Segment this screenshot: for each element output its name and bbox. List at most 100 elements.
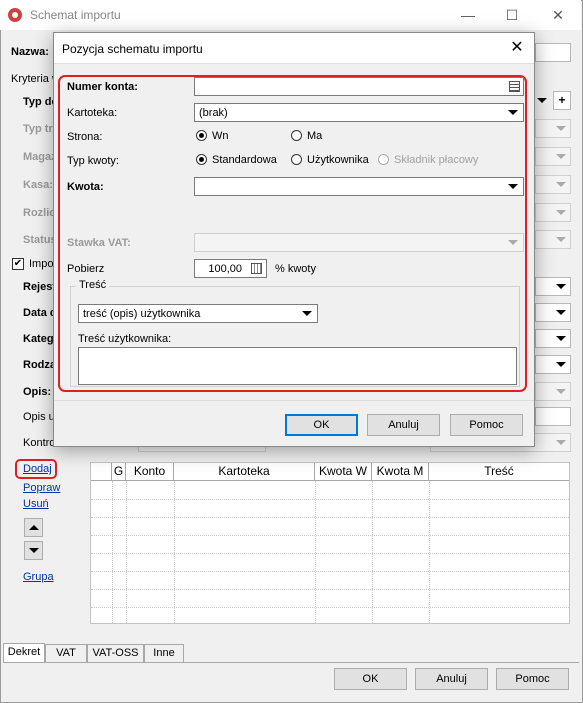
label-opis-u: Opis u [23, 411, 55, 423]
opis-combo[interactable] [535, 382, 571, 401]
move-down-button[interactable] [24, 541, 43, 560]
grid-col-kwota-w[interactable]: Kwota W [315, 463, 372, 481]
label-opis: Opis: [23, 386, 52, 398]
typ-tr-combo[interactable] [535, 119, 571, 138]
help-button[interactable]: Pomoc [496, 668, 569, 690]
magaz-combo[interactable] [535, 147, 571, 166]
strona-ma-label[interactable]: Ma [307, 130, 322, 142]
main-title-bar: Schemat importu — ☐ ✕ [0, 0, 581, 30]
grid-col-blank [91, 463, 112, 481]
rodza-combo[interactable] [535, 355, 571, 374]
label-magaz: Magaz [23, 151, 57, 163]
table-row[interactable] [91, 607, 569, 608]
table-row[interactable] [91, 553, 569, 554]
dialog-help-button[interactable]: Pomoc [450, 414, 523, 436]
kartoteka-label: Kartoteka: [67, 107, 118, 119]
minimize-icon[interactable]: — [446, 0, 490, 30]
typ-standardowa-label[interactable]: Standardowa [212, 154, 277, 166]
numer-konta-input[interactable] [194, 77, 524, 96]
grid-col-konto[interactable]: Konto [126, 463, 174, 481]
rozlicz-combo[interactable] [535, 203, 571, 222]
tab-vat[interactable]: VAT [45, 644, 87, 663]
kwota-label: Kwota: [67, 181, 104, 193]
tab-dekret[interactable]: Dekret [3, 643, 45, 663]
strona-ma-radio[interactable] [291, 130, 302, 141]
opis-u-input[interactable] [535, 407, 571, 426]
stawka-vat-select [194, 233, 524, 252]
popraw-link[interactable]: Popraw [23, 482, 60, 494]
table-row[interactable] [91, 499, 569, 500]
label-rodza: Rodza [23, 359, 56, 371]
label-kateg: Kateg [23, 333, 54, 345]
tresc-group-label: Treść [76, 279, 110, 291]
dialog-close-icon[interactable]: ✕ [506, 37, 528, 59]
chevron-down-icon [508, 240, 518, 245]
nazwa-input[interactable] [535, 43, 571, 62]
label-kontro: Kontro [23, 437, 56, 449]
pobierz-unit: % kwoty [275, 263, 316, 275]
rejest-combo[interactable] [535, 277, 571, 296]
tresc-select[interactable]: treść (opis) użytkownika [78, 304, 318, 323]
tresc-uzytkownika-label: Treść użytkownika: [78, 333, 172, 345]
pobierz-label: Pobierz [67, 263, 105, 275]
cancel-button[interactable]: Anuluj [415, 668, 488, 690]
tresc-uzytkownika-textarea[interactable] [78, 347, 517, 385]
table-row[interactable] [91, 571, 569, 572]
typ-do-combo[interactable] [535, 93, 551, 109]
strona-wn-radio[interactable] [196, 130, 207, 141]
typ-standardowa-radio[interactable] [196, 154, 207, 165]
status-combo[interactable] [535, 230, 571, 249]
tab-inne[interactable]: Inne [144, 644, 184, 663]
dialog-ok-button[interactable]: OK [285, 414, 358, 436]
dialog-title-bar: Pozycja schematu importu ✕ [54, 33, 534, 64]
maximize-icon[interactable]: ☐ [490, 0, 534, 30]
label-impo: Impo [29, 258, 54, 270]
move-up-button[interactable] [24, 518, 43, 537]
position-dialog: Pozycja schematu importu ✕ Numer konta: … [53, 32, 535, 447]
kwota-select[interactable] [194, 177, 524, 196]
entries-grid[interactable]: G Konto Kartoteka Kwota W Kwota M Treść [90, 462, 570, 624]
stawka-vat-label: Stawka VAT: [67, 237, 131, 249]
typ-uzytkownika-label[interactable]: Użytkownika [307, 154, 369, 166]
calculator-icon[interactable] [251, 263, 262, 274]
ok-button[interactable]: OK [334, 668, 407, 690]
kartoteka-value: (brak) [199, 107, 228, 119]
data-d-combo[interactable] [535, 303, 571, 322]
typ-skladnik-label: Składnik płacowy [394, 154, 479, 166]
tresc-value: treść (opis) użytkownika [83, 308, 201, 320]
strona-wn-label[interactable]: Wn [212, 130, 229, 142]
typ-skladnik-radio [378, 154, 389, 165]
dodaj-link[interactable]: Dodaj [23, 463, 52, 475]
app-icon [8, 8, 22, 22]
grid-col-kwota-m[interactable]: Kwota M [372, 463, 429, 481]
impo-checkbox[interactable]: ✔ [12, 258, 24, 270]
add-typ-button[interactable]: + [553, 91, 571, 110]
grid-col-kartoteka[interactable]: Kartoteka [174, 463, 315, 481]
chevron-down-icon [508, 110, 518, 115]
arrow-up-icon [29, 525, 39, 530]
table-row[interactable] [91, 589, 569, 590]
label-status: Status [23, 234, 57, 246]
kasa-combo[interactable] [535, 175, 571, 194]
list-picker-icon[interactable] [509, 81, 520, 92]
label-data-d: Data d [23, 307, 57, 319]
pobierz-input[interactable]: 100,00 [194, 259, 267, 278]
table-row[interactable] [91, 517, 569, 518]
window-title: Schemat importu [30, 8, 121, 22]
label-typ-tr: Typ tr. [23, 123, 56, 135]
usun-link[interactable]: Usuń [23, 498, 49, 510]
grupa-link[interactable]: Grupa [23, 571, 54, 583]
typ-uzytkownika-radio[interactable] [291, 154, 302, 165]
grid-col-g[interactable]: G [112, 463, 126, 481]
kartoteka-select[interactable]: (brak) [194, 103, 524, 122]
label-kasa: Kasa: [23, 179, 53, 191]
label-nazwa: Nazwa: [11, 46, 49, 58]
grid-col-tresc[interactable]: Treść [429, 463, 569, 481]
close-icon[interactable]: ✕ [536, 0, 580, 30]
table-row[interactable] [91, 535, 569, 536]
tab-vat-oss[interactable]: VAT-OSS [87, 644, 144, 663]
strona-label: Strona: [67, 131, 103, 143]
dialog-cancel-button[interactable]: Anuluj [367, 414, 440, 436]
kateg-combo[interactable] [535, 329, 571, 348]
chevron-down-icon [302, 311, 312, 316]
